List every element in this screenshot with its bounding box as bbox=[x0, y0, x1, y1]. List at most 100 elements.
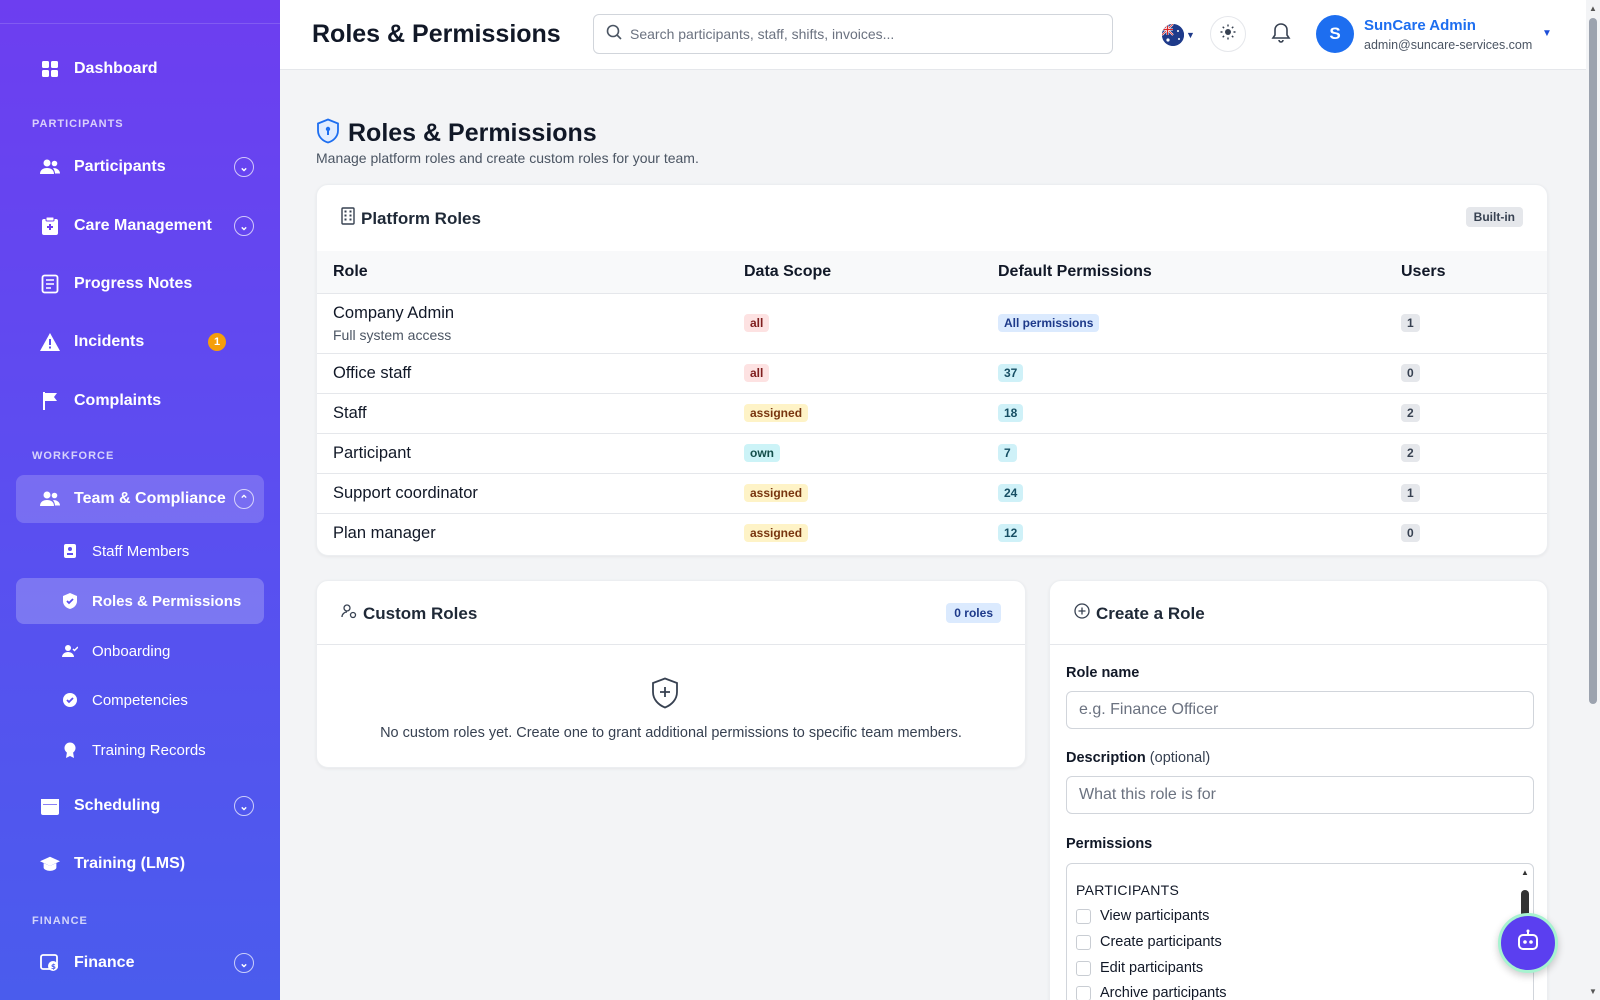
sidebar-item-label: Finance bbox=[74, 954, 135, 971]
sidebar-item-staff-members[interactable]: Staff Members bbox=[16, 528, 264, 574]
sidebar-item-incidents[interactable]: Incidents 1 bbox=[16, 318, 264, 366]
sidebar-item-label: Onboarding bbox=[92, 642, 171, 660]
table-row[interactable]: Support coordinator assigned 24 1 bbox=[317, 473, 1547, 514]
graduation-cap-icon bbox=[40, 854, 60, 874]
page-subtitle: Manage platform roles and create custom … bbox=[316, 150, 699, 166]
sidebar-item-label: Participants bbox=[74, 158, 166, 175]
data-scope-badge: all bbox=[744, 314, 770, 332]
create-role-card: Create a Role Role name Description (opt… bbox=[1049, 580, 1548, 1000]
card-divider bbox=[317, 644, 1025, 645]
incidents-count-badge: 1 bbox=[208, 333, 226, 351]
plus-circle-icon bbox=[1074, 603, 1090, 624]
sidebar-item-roles-permissions[interactable]: Roles & Permissions bbox=[16, 578, 264, 624]
scroll-down-icon[interactable]: ▼ bbox=[1589, 987, 1597, 996]
sidebar-item-complaints[interactable]: Complaints bbox=[16, 377, 264, 425]
table-row[interactable]: Participant own 7 2 bbox=[317, 433, 1547, 474]
sidebar-item-scheduling[interactable]: Scheduling ⌄ bbox=[16, 782, 264, 830]
checkbox[interactable] bbox=[1076, 985, 1091, 1000]
chevron-down-icon[interactable]: ⌄ bbox=[234, 216, 254, 236]
shield-icon bbox=[62, 593, 78, 609]
permissions-badge: 18 bbox=[998, 404, 1024, 422]
chevron-down-icon[interactable]: ⌄ bbox=[234, 953, 254, 973]
search-input[interactable] bbox=[630, 26, 1090, 42]
scroll-up-icon[interactable]: ▲ bbox=[1589, 4, 1597, 13]
sun-icon bbox=[1220, 24, 1236, 45]
users-count-badge: 2 bbox=[1401, 444, 1420, 462]
data-scope-badge: assigned bbox=[744, 404, 809, 422]
section-label-workforce: WORKFORCE bbox=[32, 450, 115, 462]
sidebar-item-label: Progress Notes bbox=[74, 275, 193, 292]
user-menu-caret-icon[interactable]: ▼ bbox=[1542, 28, 1552, 39]
permission-item[interactable]: Edit participants bbox=[1076, 960, 1203, 976]
role-name: Office staff bbox=[333, 363, 412, 382]
permissions-badge: 37 bbox=[998, 364, 1024, 382]
chevron-up-icon[interactable]: ⌃ bbox=[234, 489, 254, 509]
permission-item[interactable]: Create participants bbox=[1076, 934, 1222, 950]
permissions-badge: 12 bbox=[998, 524, 1024, 543]
sidebar-item-finance[interactable]: $ Finance ⌄ bbox=[16, 939, 264, 987]
sidebar-top-divider bbox=[0, 0, 280, 24]
sidebar-item-label: Scheduling bbox=[74, 797, 161, 814]
column-header-role: Role bbox=[317, 251, 744, 294]
permissions-label: Permissions bbox=[1066, 836, 1153, 852]
platform-roles-table: Role Data Scope Default Permissions User… bbox=[317, 251, 1547, 553]
assistant-fab-button[interactable] bbox=[1498, 913, 1558, 973]
checkbox[interactable] bbox=[1076, 960, 1091, 976]
users-count-badge: 1 bbox=[1401, 484, 1420, 502]
checkbox[interactable] bbox=[1076, 908, 1091, 924]
australia-flag-icon[interactable] bbox=[1162, 24, 1184, 46]
page-title: Roles & Permissions bbox=[348, 119, 597, 147]
sidebar-item-competencies[interactable]: Competencies bbox=[16, 677, 264, 723]
grid-icon bbox=[40, 59, 60, 79]
sidebar-item-onboarding[interactable]: Onboarding bbox=[16, 628, 264, 674]
chevron-down-icon[interactable]: ⌄ bbox=[234, 157, 254, 177]
data-scope-badge: assigned bbox=[744, 524, 809, 543]
theme-toggle-button[interactable] bbox=[1210, 16, 1246, 52]
sidebar-item-team-compliance[interactable]: Team & Compliance ⌃ bbox=[16, 475, 264, 523]
avatar[interactable]: S bbox=[1316, 15, 1354, 53]
permissions-list[interactable]: PARTICIPANTS View participants Create pa… bbox=[1066, 863, 1534, 1000]
role-name-input[interactable] bbox=[1066, 691, 1534, 729]
column-header-data-scope: Data Scope bbox=[744, 251, 998, 294]
page-scrollbar[interactable]: ▲ ▼ bbox=[1586, 0, 1600, 1000]
role-name: Staff bbox=[333, 403, 367, 422]
sidebar-item-participants[interactable]: Participants ⌄ bbox=[16, 143, 264, 191]
description-label-text: Description bbox=[1066, 750, 1146, 766]
sidebar-item-label: Team & Compliance bbox=[74, 490, 226, 507]
sidebar-item-label: Care Management bbox=[74, 217, 212, 234]
checkbox[interactable] bbox=[1076, 934, 1091, 950]
description-input[interactable] bbox=[1066, 776, 1534, 814]
users-count-badge: 1 bbox=[1401, 314, 1420, 332]
table-row[interactable]: Company Admin Full system access all All … bbox=[317, 293, 1547, 354]
table-row[interactable]: Staff assigned 18 2 bbox=[317, 393, 1547, 434]
column-header-default-permissions: Default Permissions bbox=[998, 251, 1401, 294]
svg-text:$: $ bbox=[51, 963, 56, 971]
sidebar-item-training-records[interactable]: Training Records bbox=[16, 727, 264, 773]
permission-item[interactable]: View participants bbox=[1076, 908, 1209, 924]
user-name[interactable]: SunCare Admin bbox=[1364, 17, 1476, 34]
language-caret-icon[interactable]: ▼ bbox=[1186, 30, 1195, 40]
check-circle-icon bbox=[62, 692, 78, 708]
permission-item[interactable]: Archive participants bbox=[1076, 985, 1227, 1000]
role-name-label: Role name bbox=[1066, 665, 1140, 681]
sidebar-item-care-management[interactable]: Care Management ⌄ bbox=[16, 202, 264, 250]
optional-hint: (optional) bbox=[1149, 750, 1211, 766]
sidebar-item-label: Competencies bbox=[92, 691, 188, 709]
table-row[interactable]: Office staff all 37 0 bbox=[317, 353, 1547, 394]
table-row[interactable]: Plan manager assigned 12 0 bbox=[317, 513, 1547, 553]
scroll-up-icon[interactable]: ▲ bbox=[1521, 868, 1529, 877]
role-description: Full system access bbox=[333, 326, 452, 343]
flag-icon bbox=[40, 391, 60, 411]
scrollbar-thumb[interactable] bbox=[1589, 18, 1597, 704]
clipboard-icon bbox=[40, 216, 60, 236]
permission-group-heading: PARTICIPANTS bbox=[1076, 882, 1180, 898]
sidebar-item-dashboard[interactable]: Dashboard bbox=[16, 45, 264, 93]
id-badge-icon bbox=[62, 543, 78, 559]
chevron-down-icon[interactable]: ⌄ bbox=[234, 796, 254, 816]
bell-icon[interactable] bbox=[1270, 22, 1294, 46]
users-count-badge: 0 bbox=[1401, 524, 1420, 543]
sidebar-item-progress-notes[interactable]: Progress Notes bbox=[16, 260, 264, 308]
sidebar-item-training-lms[interactable]: Training (LMS) bbox=[16, 840, 264, 888]
user-email: admin@suncare-services.com bbox=[1364, 38, 1533, 52]
search-bar[interactable] bbox=[593, 14, 1113, 54]
